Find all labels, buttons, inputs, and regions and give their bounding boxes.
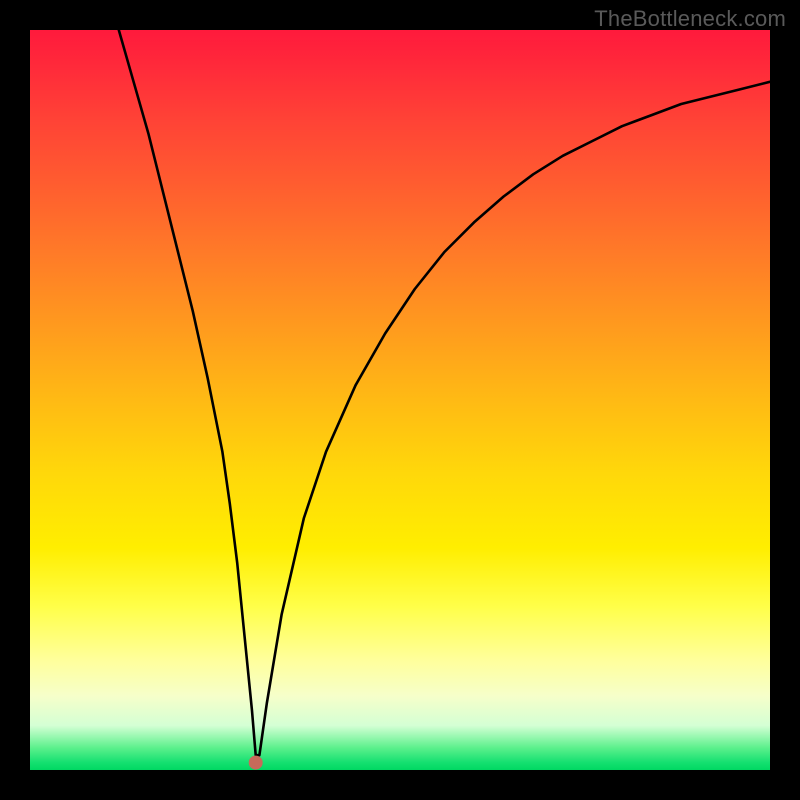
curve-path (119, 30, 770, 755)
optimum-marker (249, 756, 262, 769)
plot-area (30, 30, 770, 770)
chart-frame: TheBottleneck.com (0, 0, 800, 800)
bottleneck-curve (30, 30, 770, 770)
watermark-text: TheBottleneck.com (594, 6, 786, 32)
